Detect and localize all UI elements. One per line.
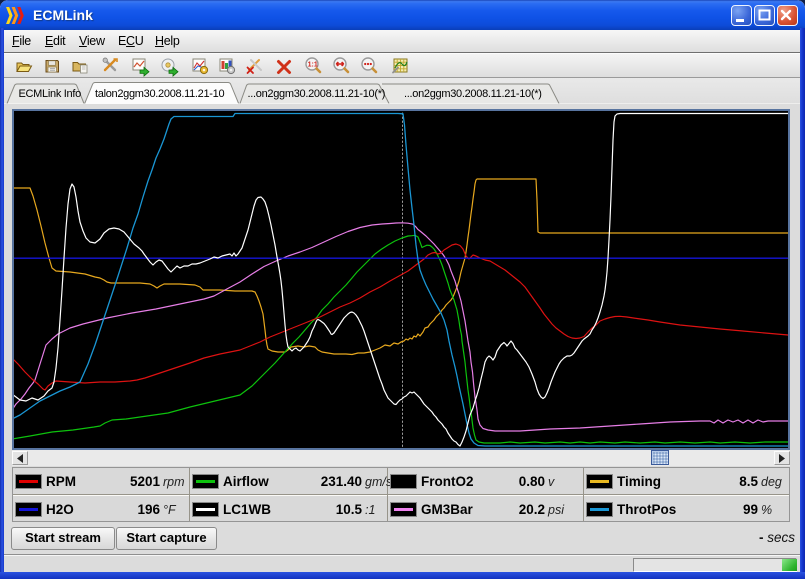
svg-text:1:1: 1:1 [308, 62, 318, 69]
svg-text:ECMLink Info: ECMLink Info [19, 88, 82, 100]
svg-text:...on2ggm30.2008.11.21-10(*): ...on2ggm30.2008.11.21-10(*) [404, 88, 542, 100]
svg-text:talon2ggm30.2008.11.21-10: talon2ggm30.2008.11.21-10 [95, 88, 224, 100]
svg-text:...on2ggm30.2008.11.21-10(*): ...on2ggm30.2008.11.21-10(*) [248, 88, 386, 100]
